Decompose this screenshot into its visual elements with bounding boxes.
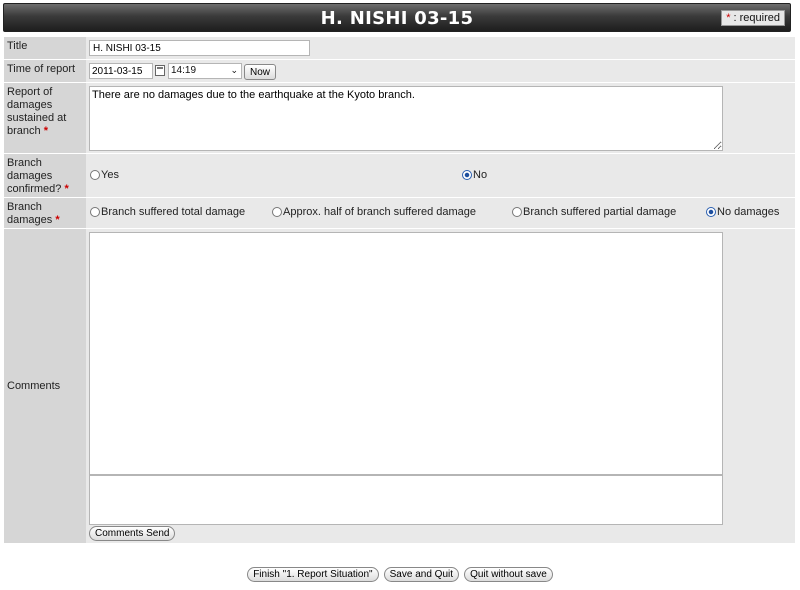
page-title: H. NISHI 03-15 [320, 8, 474, 29]
required-legend-text: : required [730, 12, 780, 24]
title-label: Title [4, 37, 86, 59]
branch-damages-label-text: Branch damages [7, 201, 53, 226]
radio-total-damage[interactable]: Branch suffered total damage [90, 206, 245, 218]
radio-circle-icon [90, 170, 100, 180]
report-damages-label: Report of damages sustained at branch * [4, 83, 86, 153]
damages-confirmed-row: Branch damages confirmed? * Yes No [4, 154, 795, 198]
report-damages-label-text: Report of damages sustained at branch [7, 86, 67, 137]
required-star: * [64, 183, 69, 195]
branch-damages-label: Branch damages * [4, 198, 86, 228]
radio-circle-icon [90, 207, 100, 217]
radio-label: Branch suffered total damage [101, 206, 246, 218]
report-form: Title Time of report 14:19 ⌄ Now Report … [4, 37, 795, 543]
required-star: * [55, 214, 60, 226]
calendar-icon[interactable] [155, 65, 165, 76]
radio-no-damages[interactable]: No damages [706, 206, 779, 218]
comments-log [89, 232, 723, 475]
radio-selected-icon [462, 170, 472, 180]
report-time-select[interactable]: 14:19 ⌄ [168, 63, 242, 79]
report-damages-textarea[interactable]: There are no damages due to the earthqua… [89, 86, 723, 151]
time-of-report-row: Time of report 14:19 ⌄ Now [4, 60, 795, 83]
damages-confirmed-label-text: Branch damages confirmed? [7, 157, 62, 195]
quit-without-save-button[interactable]: Quit without save [464, 567, 553, 582]
radio-label: Branch suffered partial damage [523, 206, 677, 218]
radio-label: No damages [717, 206, 780, 218]
finish-report-button[interactable]: Finish "1. Report Situation" [247, 567, 379, 582]
branch-damages-row: Branch damages * Branch suffered total d… [4, 198, 795, 229]
comments-send-button[interactable]: Comments Send [89, 526, 176, 541]
title-row: Title [4, 37, 795, 60]
radio-circle-icon [272, 207, 282, 217]
radio-label: No [473, 169, 488, 181]
radio-confirmed-no[interactable]: No [462, 169, 487, 181]
report-date-input[interactable] [89, 63, 153, 79]
required-legend: * : required [721, 10, 785, 26]
radio-partial-damage[interactable]: Branch suffered partial damage [512, 206, 676, 218]
comments-label: Comments [4, 229, 86, 543]
radio-label: Approx. half of branch suffered damage [283, 206, 477, 218]
comments-row: Comments Comments Send [4, 229, 795, 543]
radio-circle-icon [512, 207, 522, 217]
radio-half-damage[interactable]: Approx. half of branch suffered damage [272, 206, 476, 218]
report-time-value: 14:19 [171, 65, 197, 76]
comments-input[interactable] [89, 475, 723, 525]
radio-selected-icon [706, 207, 716, 217]
now-button[interactable]: Now [244, 64, 277, 80]
chevron-down-icon: ⌄ [230, 65, 238, 75]
report-damages-row: Report of damages sustained at branch * … [4, 83, 795, 154]
title-input[interactable] [89, 40, 310, 56]
radio-label: Yes [101, 169, 119, 181]
time-of-report-label: Time of report [4, 60, 86, 82]
required-star: * [43, 125, 48, 137]
radio-confirmed-yes[interactable]: Yes [90, 169, 119, 181]
window-title-bar: H. NISHI 03-15 * : required [3, 3, 791, 32]
damages-confirmed-label: Branch damages confirmed? * [4, 154, 86, 197]
save-and-quit-button[interactable]: Save and Quit [383, 567, 460, 582]
footer-actions: Finish "1. Report Situation" Save and Qu… [0, 567, 800, 582]
